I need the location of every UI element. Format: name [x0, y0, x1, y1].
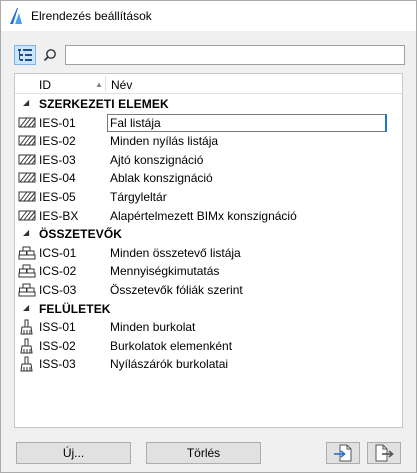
item-id: IES-02: [39, 134, 76, 149]
item-name: Ablak konszignáció: [110, 171, 213, 186]
stack-icon: [18, 264, 36, 278]
item-id: IES-05: [39, 190, 76, 204]
list-header: ID ▲ Név: [15, 74, 402, 94]
search-icon: [43, 49, 56, 62]
scrollbar[interactable]: [400, 73, 403, 428]
item-id: ICS-03: [39, 283, 77, 297]
list-item[interactable]: ISS-03 Nyílászárók burkolatai: [15, 355, 402, 373]
settings-dialog: Elrendezés beállítások ID ▲ Név ◢ SZERKE…: [0, 0, 417, 473]
export-file-icon: [375, 444, 394, 462]
hatch-icon: [18, 172, 36, 183]
hatch-icon: [18, 154, 36, 165]
item-name: Mennyiségkimutatás: [110, 264, 220, 279]
group-label: ÖSSZETEVŐK: [39, 227, 123, 242]
list-item[interactable]: IES-03 Ajtó konszignáció: [15, 151, 402, 169]
item-id: IES-01: [39, 115, 76, 130]
hatch-icon: [18, 117, 36, 128]
hatch-icon: [18, 191, 36, 202]
column-header-name[interactable]: Név: [111, 78, 132, 92]
item-id: ISS-01: [39, 320, 76, 335]
new-button[interactable]: Új...: [16, 442, 131, 464]
item-name: Minden összetevő listája: [110, 245, 241, 260]
import-file-icon: [334, 444, 352, 462]
item-id: ISS-02: [39, 338, 76, 353]
list-item[interactable]: IES-05 Tárgyleltár: [15, 188, 402, 206]
column-divider[interactable]: [105, 76, 106, 92]
search-input[interactable]: [65, 45, 405, 65]
paintbrush-icon: [20, 356, 33, 372]
group-label: FELÜLETEK: [39, 301, 111, 316]
collapse-caret-icon[interactable]: ◢: [23, 98, 29, 107]
toolbar: [1, 39, 416, 69]
paintbrush-icon: [20, 338, 33, 354]
export-button[interactable]: [367, 442, 401, 464]
collapse-caret-icon[interactable]: ◢: [23, 228, 29, 237]
list-item[interactable]: ISS-02 Burkolatok elemenként: [15, 337, 402, 355]
stack-icon: [18, 283, 36, 297]
delete-button[interactable]: Törlés: [146, 442, 261, 464]
collapse-caret-icon[interactable]: ◢: [23, 303, 29, 312]
item-id: ICS-01: [39, 245, 77, 260]
item-id: IES-BX: [39, 208, 79, 223]
item-id: IES-03: [39, 152, 76, 167]
item-name: Fal listája: [110, 115, 161, 130]
item-name: Nyílászárók burkolatai: [110, 357, 229, 372]
group-label: SZERKEZETI ELEMEK: [39, 97, 169, 111]
group-header[interactable]: ◢ ÖSSZETEVŐK: [15, 225, 402, 243]
list-item[interactable]: IES-02 Minden nyílás listája: [15, 132, 402, 150]
item-id: ISS-03: [39, 357, 76, 372]
tree-list-icon: [18, 49, 32, 61]
item-name: Ajtó konszignáció: [110, 152, 204, 167]
search-button[interactable]: [39, 45, 61, 65]
item-name: Minden burkolat: [110, 320, 196, 335]
list-item[interactable]: IES-BX Alapértelmezett BIMx konszignáció: [15, 207, 402, 225]
item-name: Összetevők fóliák szerint: [110, 283, 243, 297]
item-id: IES-04: [39, 171, 76, 186]
sort-ascending-icon: ▲: [95, 80, 103, 89]
list-item[interactable]: ICS-01 Minden összetevő listája: [15, 244, 402, 262]
item-name: Alapértelmezett BIMx konszignáció: [110, 208, 297, 223]
import-button[interactable]: [326, 442, 360, 464]
group-header[interactable]: ◢ FELÜLETEK: [15, 300, 402, 318]
column-header-id[interactable]: ID: [39, 78, 51, 92]
list-item[interactable]: ICS-02 Mennyiségkimutatás: [15, 262, 402, 280]
list-item[interactable]: IES-04 Ablak konszignáció: [15, 169, 402, 187]
list-item[interactable]: IES-01 Fal listája: [15, 113, 402, 132]
group-header[interactable]: ◢ SZERKEZETI ELEMEK: [15, 95, 402, 113]
archicad-logo-icon: [10, 8, 22, 24]
list-item[interactable]: ISS-01 Minden burkolat: [15, 318, 402, 336]
hatch-icon: [18, 210, 36, 221]
layout-list[interactable]: ID ▲ Név ◢ SZERKEZETI ELEMEK IES-01 Fal lis…: [14, 73, 403, 428]
hatch-icon: [18, 135, 36, 146]
title-bar: Elrendezés beállítások: [1, 1, 416, 31]
item-id: ICS-02: [39, 264, 77, 279]
paintbrush-icon: [20, 319, 33, 335]
stack-icon: [18, 246, 36, 260]
item-name: Burkolatok elemenként: [110, 338, 233, 353]
window-title: Elrendezés beállítások: [31, 9, 152, 23]
list-item[interactable]: ICS-03 Összetevők fóliák szerint: [15, 281, 402, 299]
tree-view-toggle-button[interactable]: [14, 45, 36, 65]
item-name: Minden nyílás listája: [110, 134, 219, 149]
item-name: Tárgyleltár: [110, 190, 167, 204]
